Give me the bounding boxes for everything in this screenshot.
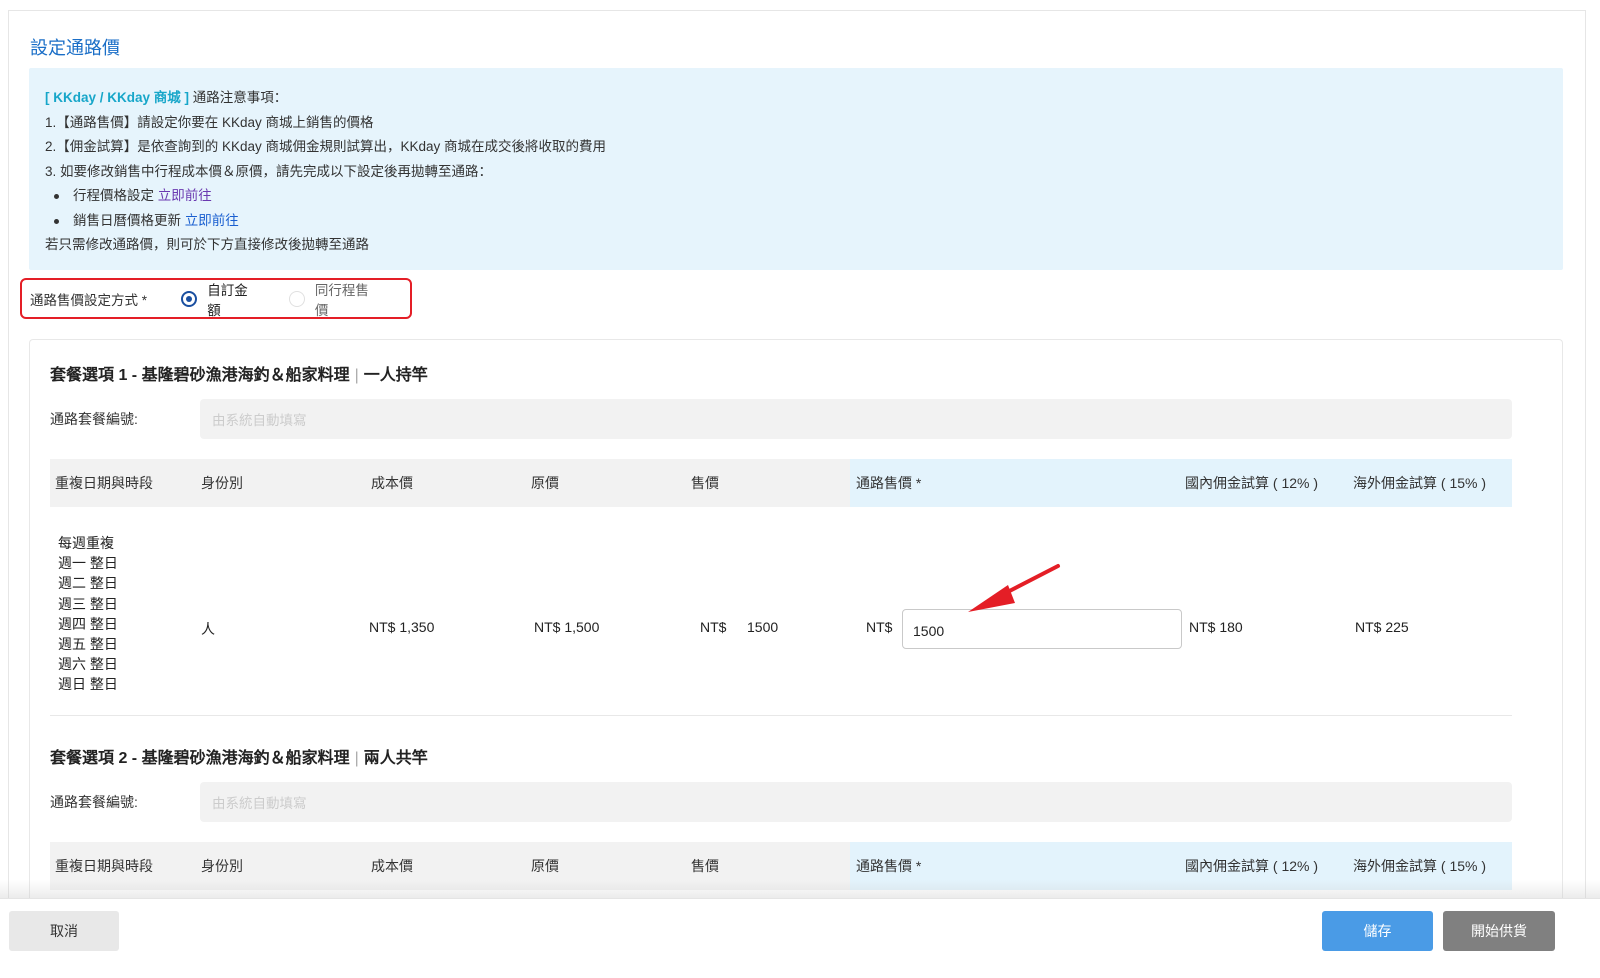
- header-overseas-commission: 海外佣金試算 ( 15% ): [1353, 475, 1487, 491]
- header-original: 原價: [531, 475, 559, 491]
- save-button[interactable]: 儲存: [1322, 911, 1433, 951]
- notice-heading-text: 通路注意事項：: [192, 90, 288, 105]
- pricing-mode-group: 通路售價設定方式 * 自訂金額 同行程售價: [20, 278, 412, 319]
- day-line: 週三 整日: [58, 595, 118, 612]
- package-title-main: 套餐選項 1 - 基隆碧砂漁港海釣＆船家料理: [50, 367, 350, 384]
- package-code-label: 通路套餐編號:: [50, 794, 138, 810]
- package-title-suffix: 兩人共竿: [363, 750, 428, 767]
- radio-custom-amount-label: 自訂金額: [207, 282, 248, 318]
- radio-checked-icon[interactable]: [181, 290, 198, 307]
- header-repeat-dates: 重複日期與時段: [55, 475, 153, 491]
- cost-cell: NT$ 1,350: [369, 619, 435, 635]
- radio-unchecked-icon[interactable]: [288, 290, 305, 307]
- day-line: 週六 整日: [58, 656, 118, 673]
- price-value: 1500: [747, 619, 779, 635]
- package-title-main: 套餐選項 2 - 基隆碧砂漁港海釣＆船家料理: [50, 750, 350, 767]
- package-title: 套餐選項 1 - 基隆碧砂漁港海釣＆船家料理 | 一人持竿: [50, 361, 1512, 384]
- identity-cell: 人: [201, 621, 215, 637]
- footer-shadow: [0, 880, 1600, 898]
- title-separator: |: [354, 367, 359, 384]
- day-line: 週日 整日: [58, 676, 118, 693]
- package-option-1: 套餐選項 1 - 基隆碧砂漁港海釣＆船家料理 | 一人持竿 通路套餐編號: 由系統自…: [50, 361, 1512, 716]
- header-identity: 身份別: [201, 475, 243, 491]
- notice-bullet-price-settings: 行程價格設定 立即前往: [45, 184, 1547, 209]
- go-now-link-price-settings[interactable]: 立即前往: [158, 188, 212, 203]
- header-channel-price-text: 通路售價 *: [856, 858, 922, 874]
- notice-line-1: 1.【通路售價】請設定你要在 KKday 商城上銷售的價格: [45, 114, 374, 130]
- notice-bullet-calendar: 銷售日曆價格更新 立即前往: [45, 209, 1547, 234]
- overseas-commission-cell: NT$ 225: [1355, 619, 1409, 635]
- header-domestic-commission: 國內佣金試算 ( 12% ): [1185, 475, 1319, 491]
- header-price: 售價: [691, 475, 719, 491]
- channel-price-input[interactable]: 1500: [902, 609, 1182, 649]
- header-cost: 成本價: [371, 475, 413, 491]
- notice-footer-line: 若只需修改通路價，則可於下方直接修改後拋轉至通路: [45, 237, 369, 252]
- radio-custom-amount[interactable]: 自訂金額: [181, 279, 261, 319]
- notice-heading: [ KKday / KKday 商城 ] 通路注意事項：: [45, 86, 1547, 111]
- title-separator: |: [354, 750, 359, 767]
- repeat-days-cell: 每週重複 週一 整日 週二 整日 週三 整日 週四 整日 週五 整日 週六 整日…: [58, 533, 118, 695]
- package-code-label: 通路套餐編號:: [50, 411, 138, 427]
- package-title: 套餐選項 2 - 基隆碧砂漁港海釣＆船家料理 | 兩人共竿: [50, 744, 1512, 767]
- channel-price-currency: NT$: [866, 619, 893, 635]
- price-table-header: 重複日期與時段 身份別 成本價 原價 售價 通路售價 * 國內佣金試算 ( 12…: [50, 459, 1512, 507]
- footer-action-bar: 取消 儲存 開始供貨: [0, 898, 1600, 978]
- package-option-2: 套餐選項 2 - 基隆碧砂漁港海釣＆船家料理 | 兩人共竿 通路套餐編號: 由系統自…: [50, 744, 1512, 890]
- day-line: 週一 整日: [58, 555, 118, 572]
- package-code-row: 通路套餐編號: 由系統自動填寫: [50, 399, 1512, 439]
- go-now-link-calendar[interactable]: 立即前往: [185, 213, 239, 228]
- day-line: 週四 整日: [58, 615, 118, 632]
- domestic-commission-cell: NT$ 180: [1189, 619, 1243, 635]
- header-channel-price-text: 通路售價 *: [856, 475, 922, 491]
- package-code-row: 通路套餐編號: 由系統自動填寫: [50, 782, 1512, 822]
- package-title-suffix: 一人持竿: [363, 367, 428, 384]
- bullet-text: 銷售日曆價格更新: [73, 212, 181, 228]
- package-code-input[interactable]: 由系統自動填寫: [200, 782, 1512, 822]
- package-divider: [50, 715, 1512, 716]
- bullet-text: 行程價格設定: [73, 188, 154, 203]
- day-line: 週二 整日: [58, 575, 118, 592]
- notice-brand: [ KKday / KKday 商城 ]: [45, 90, 190, 105]
- day-line: 週五 整日: [58, 636, 118, 653]
- notice-line-2: 2.【佣金試算】是依查詢到的 KKday 商城佣金規則試算出，KKday 商城在…: [45, 139, 607, 154]
- radio-same-as-price[interactable]: 同行程售價: [288, 279, 382, 319]
- original-price-cell: NT$ 1,500: [534, 619, 600, 635]
- cancel-button[interactable]: 取消: [9, 911, 119, 951]
- start-supply-button[interactable]: 開始供貨: [1443, 911, 1555, 951]
- notice-line-3: 3. 如要修改銷售中行程成本價＆原價，請先完成以下設定後再拋轉至通路：: [45, 163, 493, 179]
- day-line: 每週重複: [58, 535, 114, 551]
- price-currency: NT$: [700, 619, 727, 635]
- table-row: 每週重複 週一 整日 週二 整日 週三 整日 週四 整日 週五 整日 週六 整日…: [50, 531, 1512, 699]
- radio-same-as-price-label: 同行程售價: [314, 282, 369, 318]
- pricing-mode-label: 通路售價設定方式 *: [30, 292, 148, 308]
- package-code-input[interactable]: 由系統自動填寫: [200, 399, 1512, 439]
- channel-notice-box: [ KKday / KKday 商城 ] 通路注意事項： 1.【通路售價】請設定…: [29, 68, 1563, 270]
- page-title: 設定通路價: [30, 38, 120, 58]
